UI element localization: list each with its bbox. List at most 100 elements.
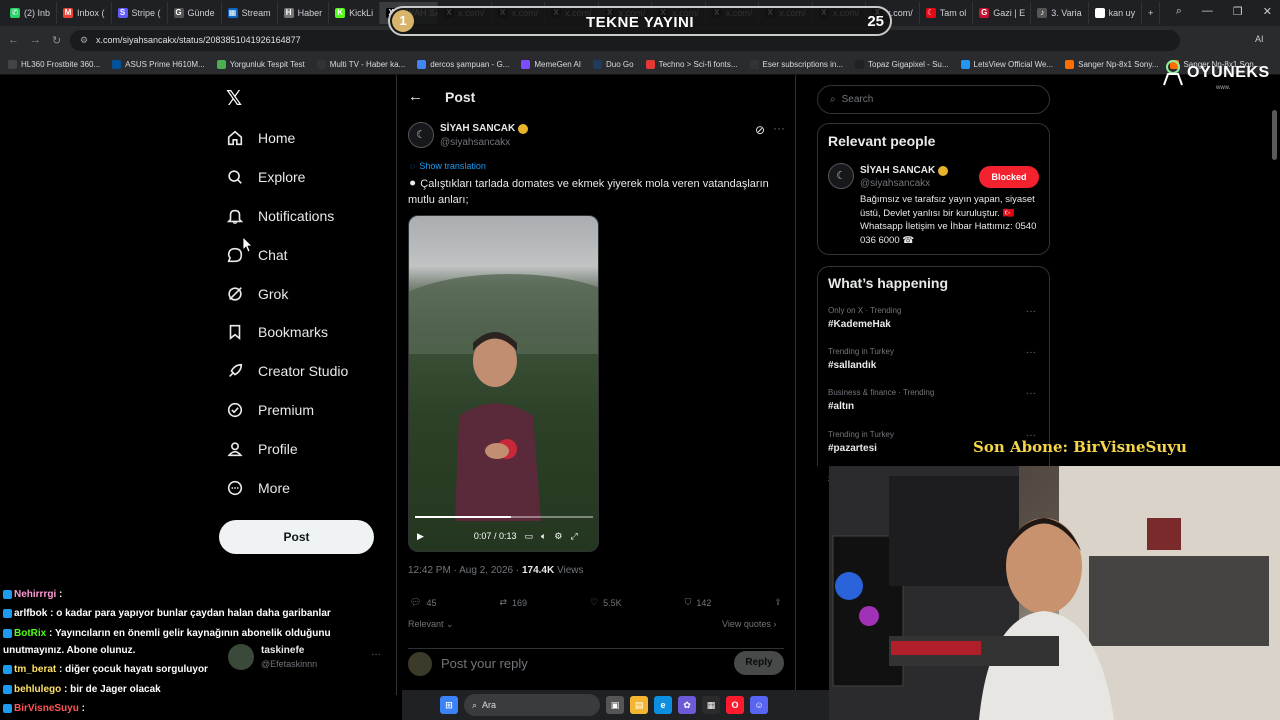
browser-tab[interactable]: ✆ (2) Inb [4, 2, 58, 24]
bookmark-item[interactable]: Yorgunluk Tespit Test [216, 60, 305, 69]
tab-favicon-icon: G [173, 8, 184, 18]
bookmark-item[interactable]: dercos şampuan - G... [417, 60, 509, 69]
grok-icon[interactable]: ⊘ [755, 123, 765, 137]
sidebar-item-grok[interactable]: Grok [226, 285, 288, 303]
browser-tab[interactable]: G Günde [168, 2, 222, 24]
back-icon[interactable]: ← [8, 34, 19, 46]
browser-tab[interactable]: M Inbox ( [57, 2, 112, 24]
relevant-person-handle[interactable]: @siyahsancakx [860, 178, 930, 189]
app-icon[interactable]: ▦ [702, 696, 720, 714]
bookmark-item[interactable]: MemeGen AI [521, 60, 581, 69]
sidebar-item-home[interactable]: Home [226, 129, 295, 147]
bookmark-favicon-icon [316, 60, 326, 69]
bookmark-item[interactable]: HL360 Frostbite 360... [8, 60, 100, 69]
maximize-icon[interactable]: ❐ [1233, 5, 1243, 18]
browser-tab[interactable]: ☾ Tam ol [920, 2, 974, 24]
bookmark-action[interactable]: ⛉ 142 [685, 597, 712, 608]
trend-item[interactable]: Trending in Turkey #sallandık ··· [828, 347, 1040, 371]
sidebar-item-notifications[interactable]: Notifications [226, 207, 334, 225]
minimize-icon[interactable]: — [1202, 5, 1213, 18]
browser-tab[interactable]: ♪ 3. Varia [1031, 2, 1089, 24]
bookmark-item[interactable]: Topaz Gigapixel - Su... [855, 60, 949, 69]
sidebar-item-bookmarks[interactable]: Bookmarks [226, 323, 328, 341]
back-arrow-icon[interactable]: ← [408, 88, 423, 105]
more-options-icon[interactable]: ··· [371, 649, 381, 660]
repost-action[interactable]: ⇄ 169 [499, 597, 527, 608]
trend-item[interactable]: Business & finance · Trending #altın ··· [828, 388, 1040, 412]
discord-icon[interactable]: ☺ [750, 696, 768, 714]
search-icon: ⌕ [472, 699, 478, 710]
store-icon[interactable]: ✿ [678, 696, 696, 714]
x-logo-icon[interactable]: 𝕏 [226, 86, 242, 111]
more-options-icon[interactable]: ··· [773, 121, 785, 135]
sidebar-item-profile[interactable]: Profile [226, 440, 298, 458]
bookmark-item[interactable]: Sanger Np-8x1 Sony... [1065, 60, 1158, 69]
chat-text: unutmayınız. Abone olunuz. [3, 645, 136, 656]
share-action[interactable]: ⇪ [774, 597, 782, 608]
relevant-person-name[interactable]: SİYAH SANCAK [860, 165, 949, 176]
repost-icon: ⇄ [499, 597, 507, 607]
more-options-icon[interactable]: ··· [1026, 347, 1036, 358]
video-progress-bar[interactable] [415, 516, 593, 518]
post-button[interactable]: Post [219, 520, 374, 554]
task-view-icon[interactable]: ▣ [606, 696, 624, 714]
sidebar-item-more[interactable]: More [226, 479, 290, 497]
reply-input[interactable]: Post your reply [441, 656, 528, 671]
opera-icon[interactable]: O [726, 696, 744, 714]
page-scrollbar[interactable] [1272, 110, 1277, 160]
search-input[interactable]: ⌕ Search [817, 85, 1050, 114]
reload-icon[interactable]: ↻ [52, 34, 61, 47]
browser-tab[interactable]: Gkan uy [1089, 2, 1143, 24]
author-avatar[interactable]: ☾ [408, 122, 434, 148]
sidebar-item-premium[interactable]: Premium [226, 401, 314, 419]
whats-happening-title: What’s happening [828, 275, 949, 291]
author-name[interactable]: SİYAH SANCAK [440, 123, 529, 134]
browser-tab[interactable]: H Haber [278, 2, 330, 24]
sidebar-item-chat[interactable]: Chat [226, 246, 288, 264]
bookmark-item[interactable]: ASUS Prime H610M... [112, 60, 205, 69]
author-handle[interactable]: @siyahsancakx [440, 137, 510, 148]
bookmark-item[interactable]: Duo Go [593, 60, 634, 69]
reply-action[interactable]: 💬︎ 45 [410, 597, 436, 608]
view-quotes-link[interactable]: View quotes › [722, 619, 776, 629]
forward-icon[interactable]: → [30, 34, 41, 46]
fullscreen-icon[interactable]: ⤢ [570, 531, 577, 542]
bookmark-item[interactable]: Multi TV - Haber ka... [316, 60, 405, 69]
bookmark-item[interactable]: Eser subscriptions in... [749, 60, 843, 69]
sidebar-item-creator-studio[interactable]: Creator Studio [226, 362, 348, 380]
relevant-person-avatar[interactable]: ☾ [828, 163, 854, 189]
browser-tab[interactable]: G Gazi | E [973, 2, 1032, 24]
bookmark-item[interactable]: Techno > Sci-fi fonts... [645, 60, 738, 69]
play-icon[interactable]: ▶ [417, 531, 424, 542]
blocked-button[interactable]: Blocked [979, 166, 1039, 188]
view-quotes-label: View quotes [722, 619, 771, 629]
settings-icon[interactable]: ⚙ [554, 531, 562, 542]
user-avatar[interactable] [408, 652, 432, 676]
site-info-icon[interactable]: ⚙ [80, 35, 88, 46]
like-action[interactable]: ♡ 5.5K [590, 597, 622, 608]
sort-relevant-dropdown[interactable]: Relevant ⌄ [408, 619, 454, 630]
close-window-icon[interactable]: ✕ [1263, 5, 1272, 18]
ai-button[interactable]: AI [1255, 34, 1264, 44]
bookmark-item[interactable]: LetsView Official We... [960, 60, 1053, 69]
search-tabs-icon[interactable]: ⌕ [1176, 5, 1182, 18]
trend-item[interactable]: Only on X · Trending #KademeHak ··· [828, 306, 1040, 330]
reply-button[interactable]: Reply [734, 651, 784, 675]
sidebar-item-explore[interactable]: Explore [226, 168, 305, 186]
volume-icon[interactable]: 🔈︎ [541, 531, 546, 542]
bookmark-label: Duo Go [606, 60, 634, 69]
new-tab-icon[interactable]: + [1142, 2, 1161, 24]
taskbar-search[interactable]: ⌕ Ara [464, 694, 600, 716]
more-options-icon[interactable]: ··· [1026, 388, 1036, 399]
more-options-icon[interactable]: ··· [1026, 306, 1036, 317]
video-player[interactable]: ▶ 0:07 / 0:13 ▭ 🔈︎ ⚙ ⤢ [408, 215, 599, 552]
captions-icon[interactable]: ▭ [524, 531, 533, 542]
windows-start-icon[interactable]: ⊞ [440, 696, 458, 714]
browser-tab[interactable]: K KickLi [329, 2, 381, 24]
edge-icon[interactable]: e [654, 696, 672, 714]
sidebar-item-label: Premium [258, 402, 315, 418]
show-translation-link[interactable]: ◌ Show translation [410, 161, 486, 171]
file-explorer-icon[interactable]: ▤ [630, 696, 648, 714]
browser-tab[interactable]: ▦ Stream [222, 2, 278, 24]
browser-tab[interactable]: S Stripe ( [112, 2, 168, 24]
